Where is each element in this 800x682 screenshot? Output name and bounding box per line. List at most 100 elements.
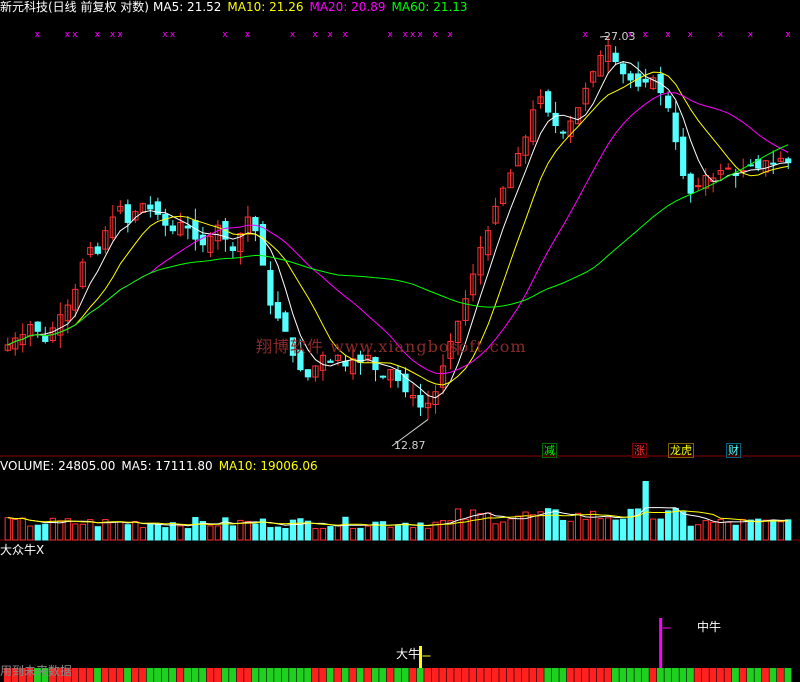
volume-bar <box>327 526 334 541</box>
volume-bar <box>334 524 342 541</box>
volume-bar <box>687 525 694 541</box>
indicator-strip-cell <box>634 668 642 682</box>
event-finance[interactable]: 财 <box>726 443 741 458</box>
volume-bar <box>177 525 184 541</box>
volume-bar <box>387 526 394 541</box>
event-dragon-tiger[interactable]: 龙虎 <box>668 443 694 458</box>
volume-bar <box>762 519 769 541</box>
volume-bar <box>94 526 101 541</box>
volume-bar <box>4 517 11 541</box>
indicator-strip-cell <box>499 668 507 682</box>
indicator-strip-cell <box>566 668 574 682</box>
indicator-strip-cell <box>71 668 79 682</box>
volume-bar <box>244 520 252 541</box>
volume-bar <box>409 527 417 541</box>
volume-bar <box>34 524 41 541</box>
indicator-strip-cell <box>491 668 499 682</box>
indicator-strip-cell <box>619 668 627 682</box>
volume-bar <box>627 508 634 541</box>
candle-body <box>124 204 131 223</box>
indicator-strip-cell <box>191 668 199 682</box>
candle-body <box>94 246 101 254</box>
signal-x-mark: x <box>665 30 671 40</box>
indicator-strip-cell <box>109 668 116 682</box>
signal-x-mark: x <box>418 30 424 40</box>
indicator-strip-cell <box>259 668 267 682</box>
indicator-strip-cell <box>596 668 604 682</box>
signal-x-mark: x <box>785 30 791 40</box>
indicator-strip-cell <box>251 668 259 682</box>
signal-da-niu-label: 大牛 <box>396 647 421 661</box>
indicator-strip-cell <box>574 668 582 682</box>
indicator-strip-cell <box>581 668 589 682</box>
indicator-title: 大众牛X <box>0 543 45 557</box>
signal-x-mark: x <box>65 30 71 40</box>
indicator-strip-cell <box>484 668 492 682</box>
volume-bar <box>650 518 657 541</box>
candle-body <box>785 158 792 164</box>
signal-x-mark: x <box>583 30 589 40</box>
signal-x-mark: x <box>312 30 318 40</box>
indicator-strip-cell <box>724 668 732 682</box>
indicator-strip-cell <box>679 668 687 682</box>
indicator-strip-cell <box>154 668 161 682</box>
indicator-strip-cell <box>671 668 679 682</box>
volume-bar <box>597 518 604 541</box>
indicator-strip-cell <box>544 668 552 682</box>
candle-body <box>282 312 289 332</box>
volume-header: VOLUME: 24805.00 MA5: 17111.80 MA10: 190… <box>0 459 324 473</box>
volume-bar <box>725 521 732 541</box>
indicator-strip-cell <box>326 668 334 682</box>
event-rise[interactable]: 涨 <box>632 443 647 458</box>
low-price-label: 12.87 <box>394 439 426 452</box>
indicator-strip-cell <box>349 668 357 682</box>
candle-body <box>342 361 349 367</box>
volume-bar <box>477 512 484 541</box>
signal-x-mark: x <box>643 30 649 40</box>
indicator-strip-cell <box>731 668 739 682</box>
volume-value: VOLUME: 24805.00 <box>0 459 116 473</box>
indicator-strip-cell <box>589 668 597 682</box>
indicator-strip-cell <box>716 668 724 682</box>
indicator-strip-cell <box>236 668 244 682</box>
indicator-strip-cell <box>296 668 304 682</box>
indicator-strip-cell <box>244 668 252 682</box>
signal-x-mark: x <box>245 30 251 40</box>
volume-bar <box>124 524 131 541</box>
volume-bar <box>214 525 222 541</box>
indicator-strip-cell <box>206 668 214 682</box>
candle-body <box>672 112 679 143</box>
signal-x-mark: x <box>72 30 78 40</box>
indicator-strip-cell <box>116 668 124 682</box>
indicator-strip-cell <box>604 668 612 682</box>
volume-bar <box>702 520 709 541</box>
indicator-strip-cell <box>476 668 484 682</box>
candle-body <box>147 204 154 210</box>
volume-bar <box>657 518 664 541</box>
volume-bar <box>184 528 191 541</box>
volume-bar <box>57 520 64 541</box>
indicator-strip-cell <box>386 668 394 682</box>
indicator-strip-cell <box>769 668 777 682</box>
indicator-strip-cell <box>686 668 694 682</box>
volume-bar <box>207 525 214 541</box>
volume-bar <box>777 521 784 541</box>
volume-bar <box>154 523 161 541</box>
future-data-warning: 用到未来数据 <box>0 664 73 678</box>
volume-bar <box>12 519 19 541</box>
volume-bar <box>267 527 274 541</box>
volume-bar <box>274 526 282 541</box>
indicator-strip-cell <box>649 668 657 682</box>
indicator-strip-cell <box>784 668 792 682</box>
signal-x-mark: x <box>162 30 168 40</box>
event-reduce[interactable]: 减 <box>542 443 557 458</box>
indicator-strip-cell <box>266 668 274 682</box>
signal-x-mark: x <box>290 30 296 40</box>
volume-bar <box>42 523 49 541</box>
indicator-strip-cell <box>754 668 762 682</box>
volume-ma5: MA5: 17111.80 <box>121 459 213 473</box>
indicator-strip-cell <box>461 668 469 682</box>
volume-bar <box>342 516 349 541</box>
candle-body <box>252 217 259 232</box>
candle-body <box>259 224 267 266</box>
